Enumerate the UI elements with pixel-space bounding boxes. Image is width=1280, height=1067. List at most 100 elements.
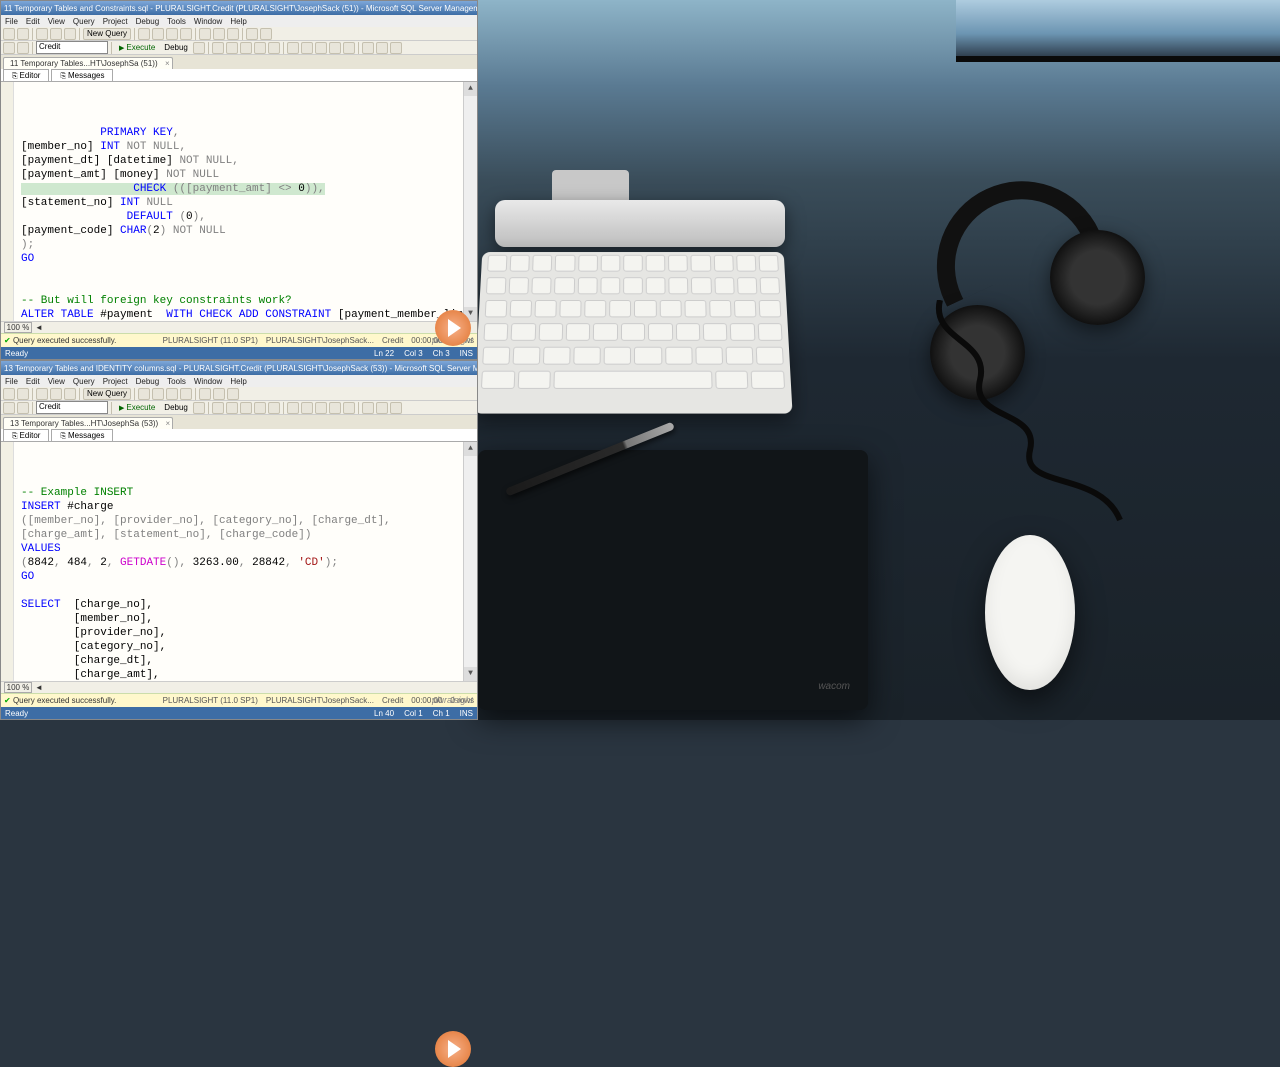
menu-debug[interactable]: Debug [136,377,160,386]
messages-tab[interactable]: Messages [51,429,113,441]
toolbar-icon[interactable] [362,42,374,54]
toolbar-icon[interactable] [227,388,239,400]
menu-window[interactable]: Window [194,377,222,386]
disconnect-icon[interactable] [17,402,29,414]
toolbar-icon[interactable] [287,402,299,414]
toolbar-icon[interactable] [240,402,252,414]
toolbar-icon[interactable] [343,402,355,414]
connect-icon[interactable] [3,402,15,414]
menu-debug[interactable]: Debug [136,17,160,26]
disconnect-icon[interactable] [17,42,29,54]
execute-button[interactable]: Execute [115,403,159,412]
toolbar-icon[interactable] [166,28,178,40]
zoom-combo[interactable]: 100 % [4,322,32,333]
toolbar-icon[interactable] [376,42,388,54]
titlebar[interactable]: 13 Temporary Tables and IDENTITY columns… [1,361,477,375]
toolbar-icon[interactable] [301,402,313,414]
close-tab-icon[interactable]: × [165,59,170,68]
back-button[interactable] [3,388,15,400]
menu-edit[interactable]: Edit [26,17,40,26]
new-project-icon[interactable] [36,28,48,40]
parse-icon[interactable] [212,42,224,54]
stop-icon[interactable] [193,402,205,414]
menu-file[interactable]: File [5,377,18,386]
toolbar-icon[interactable] [246,28,258,40]
toolbar-icon[interactable] [199,28,211,40]
new-project-icon[interactable] [36,388,48,400]
toolbar-icon[interactable] [268,42,280,54]
menu-edit[interactable]: Edit [26,377,40,386]
menu-view[interactable]: View [48,17,65,26]
toolbar-icon[interactable] [199,388,211,400]
toolbar-icon[interactable] [315,402,327,414]
toolbar-icon[interactable] [329,42,341,54]
plan-icon[interactable] [226,402,238,414]
toolbar-icon[interactable] [390,42,402,54]
file-tab[interactable]: 13 Temporary Tables...HT\JosephSa (53))× [3,417,173,429]
toolbar-icon[interactable] [301,42,313,54]
execute-button[interactable]: Execute [115,43,159,52]
toolbar-icon[interactable] [138,388,150,400]
menu-view[interactable]: View [48,377,65,386]
toolbar-icon[interactable] [227,28,239,40]
menu-help[interactable]: Help [230,377,246,386]
toolbar-icon[interactable] [329,402,341,414]
toolbar-icon[interactable] [315,42,327,54]
toolbar-icon[interactable] [180,28,192,40]
stop-icon[interactable] [193,42,205,54]
menu-help[interactable]: Help [230,17,246,26]
toolbar-icon[interactable] [152,388,164,400]
toolbar-icon[interactable] [213,28,225,40]
titlebar[interactable]: 11 Temporary Tables and Constraints.sql … [1,1,477,15]
menu-query[interactable]: Query [73,377,95,386]
toolbar-icon[interactable] [213,388,225,400]
toolbar-icon[interactable] [390,402,402,414]
zoom-combo[interactable]: 100 % [4,682,32,693]
forward-button[interactable] [17,388,29,400]
debug-button[interactable]: Debug [161,403,191,412]
menu-query[interactable]: Query [73,17,95,26]
close-tab-icon[interactable]: × [166,419,171,428]
toolbar-icon[interactable] [254,402,266,414]
editor-tab[interactable]: Editor [3,69,49,81]
toolbar-icon[interactable] [254,42,266,54]
sql-editor[interactable]: ▲▼ PRIMARY KEY, [member_no] INT NOT NULL… [1,82,477,321]
vertical-scrollbar[interactable]: ▲▼ [463,442,477,681]
toolbar-icon[interactable] [343,42,355,54]
sql-editor[interactable]: ▲▼ -- Example INSERT INSERT #charge ([me… [1,442,477,681]
save-icon[interactable] [64,388,76,400]
vertical-scrollbar[interactable]: ▲▼ [463,82,477,321]
forward-button[interactable] [17,28,29,40]
toolbar-icon[interactable] [268,402,280,414]
menu-tools[interactable]: Tools [167,17,186,26]
database-combo[interactable]: Credit [36,41,108,54]
new-query-button[interactable]: New Query [83,388,131,400]
editor-tab[interactable]: Editor [3,429,49,441]
menu-file[interactable]: File [5,17,18,26]
open-icon[interactable] [50,28,62,40]
plan-icon[interactable] [226,42,238,54]
toolbar-icon[interactable] [166,388,178,400]
file-tab[interactable]: 11 Temporary Tables...HT\JosephSa (51))× [3,57,173,69]
save-icon[interactable] [64,28,76,40]
back-button[interactable] [3,28,15,40]
toolbar-icon[interactable] [240,42,252,54]
toolbar-icon[interactable] [138,28,150,40]
toolbar-icon[interactable] [287,42,299,54]
new-query-button[interactable]: New Query [83,28,131,40]
play-badge-icon[interactable] [435,310,471,346]
parse-icon[interactable] [212,402,224,414]
menu-project[interactable]: Project [103,377,128,386]
menu-window[interactable]: Window [194,17,222,26]
toolbar-icon[interactable] [362,402,374,414]
toolbar-icon[interactable] [376,402,388,414]
play-badge-icon[interactable] [435,1031,471,1067]
database-combo[interactable]: Credit [36,401,108,414]
open-icon[interactable] [50,388,62,400]
menu-project[interactable]: Project [103,17,128,26]
toolbar-icon[interactable] [152,28,164,40]
toolbar-icon[interactable] [260,28,272,40]
debug-button[interactable]: Debug [161,43,191,52]
messages-tab[interactable]: Messages [51,69,113,81]
toolbar-icon[interactable] [180,388,192,400]
